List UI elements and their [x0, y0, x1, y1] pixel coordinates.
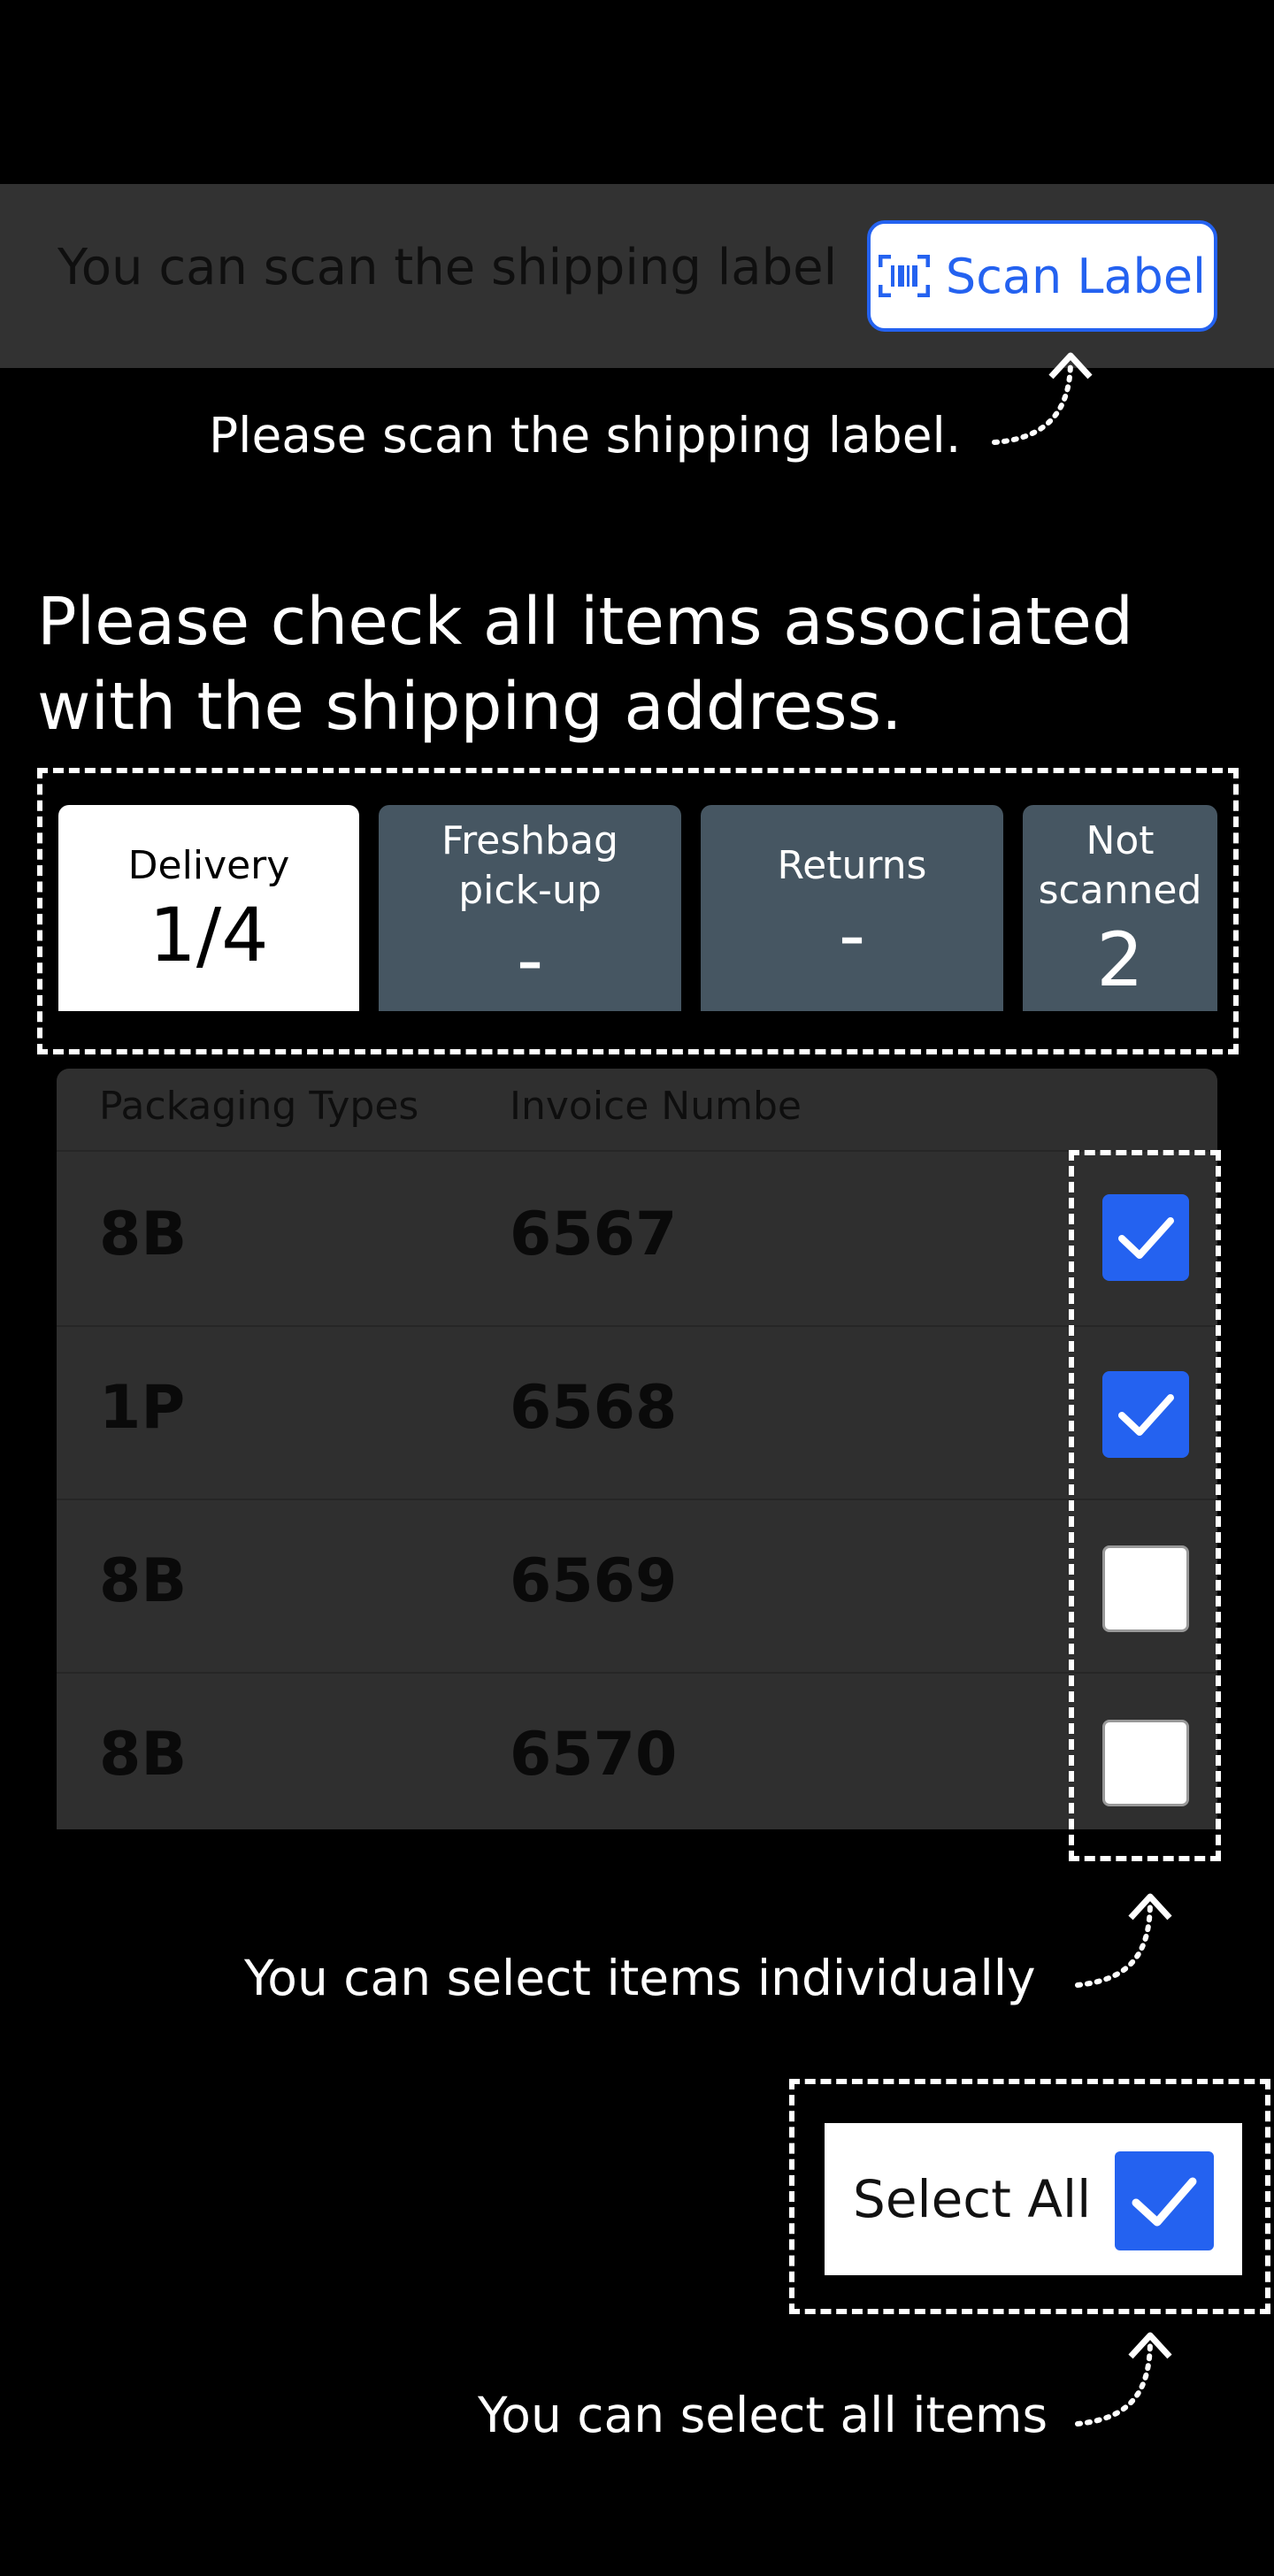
tabs-divider — [58, 1011, 1217, 1015]
checkmark-icon — [1132, 2177, 1197, 2227]
items-table — [57, 1069, 1217, 1829]
tab-count: 1/4 — [149, 891, 269, 978]
cell-packaging-type: 8B — [99, 1720, 188, 1790]
select-individual-hint: You can select items individually — [244, 1950, 1036, 2006]
checkbox-column-highlight — [1069, 1150, 1221, 1861]
row-divider — [57, 1325, 1217, 1327]
tab-returns[interactable]: Returns - — [701, 805, 1003, 1015]
column-header-packaging: Packaging Types — [99, 1084, 419, 1129]
cell-invoice-number: 6569 — [510, 1546, 678, 1616]
tab-count: - — [516, 916, 544, 1003]
cell-packaging-type: 8B — [99, 1546, 188, 1616]
page-title: Please check all items associated with t… — [37, 584, 1133, 745]
tab-label: Delivery — [127, 842, 290, 888]
cell-packaging-type: 8B — [99, 1200, 188, 1269]
tab-freshbag-pickup[interactable]: Freshbag pick-up - — [379, 805, 681, 1015]
tab-label: Not scanned — [1038, 817, 1202, 913]
column-header-invoice: Invoice Numbe — [510, 1084, 802, 1129]
row-divider — [57, 1499, 1217, 1500]
cell-invoice-number: 6567 — [510, 1200, 678, 1269]
cell-invoice-number: 6568 — [510, 1373, 678, 1443]
tab-label: Freshbag pick-up — [441, 817, 618, 913]
scan-label-text: Scan Label — [945, 248, 1207, 304]
scan-label-button[interactable]: Scan Label — [867, 220, 1217, 332]
tab-not-scanned[interactable]: Not scanned 2 — [1023, 805, 1217, 1015]
row-divider — [57, 1672, 1217, 1674]
scan-prompt: You can scan the shipping label — [58, 239, 838, 296]
row-divider — [57, 1150, 1217, 1152]
tab-count: 2 — [1096, 916, 1144, 1003]
cell-packaging-type: 1P — [99, 1373, 186, 1443]
select-all-label: Select All — [853, 2169, 1092, 2229]
select-all-checkbox[interactable] — [1115, 2151, 1214, 2250]
select-all-hint: You can select all items — [478, 2387, 1048, 2443]
barcode-scan-icon — [878, 255, 930, 297]
tab-count: - — [838, 891, 866, 978]
cell-invoice-number: 6570 — [510, 1720, 678, 1790]
dotted-arrow-icon — [1075, 1893, 1172, 1988]
tab-label: Returns — [777, 842, 927, 888]
dotted-arrow-icon — [1075, 2332, 1172, 2426]
tab-delivery[interactable]: Delivery 1/4 — [58, 805, 359, 1015]
scan-hint: Please scan the shipping label. — [209, 407, 962, 464]
dotted-arrow-icon — [992, 352, 1093, 445]
